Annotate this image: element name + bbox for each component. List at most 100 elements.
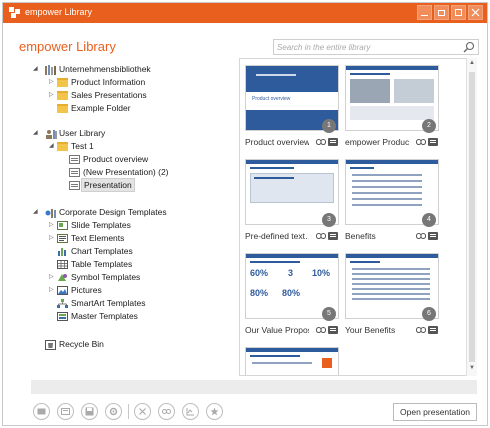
library-books-icon bbox=[45, 65, 56, 75]
slide-thumbnail-grid: Product overview 1 Product overview 2 em… bbox=[239, 58, 477, 376]
tree-label: Text Elements bbox=[71, 233, 125, 243]
tree-label: Pictures bbox=[71, 285, 102, 295]
metric-value: 80% bbox=[282, 288, 301, 298]
expand-arrow-icon[interactable]: ◢ bbox=[33, 127, 41, 140]
maximize-button[interactable] bbox=[451, 5, 466, 20]
search-icon[interactable] bbox=[463, 41, 475, 53]
vertical-scrollbar[interactable]: ▲ ▼ bbox=[466, 58, 477, 376]
slide-thumbnail[interactable] bbox=[245, 347, 339, 375]
collapsed-arrow-icon[interactable]: ▷ bbox=[49, 271, 57, 284]
expand-arrow-icon[interactable]: ◢ bbox=[33, 206, 41, 219]
library-window: empower Library empower Library ◢ Untern… bbox=[2, 2, 488, 426]
folder-icon bbox=[57, 104, 68, 113]
tree-label: Corporate Design Templates bbox=[59, 207, 167, 217]
slide-card[interactable]: 2 empower Product… bbox=[345, 65, 439, 155]
star-icon bbox=[210, 407, 219, 416]
search-input[interactable] bbox=[277, 41, 457, 53]
tree-label: Recycle Bin bbox=[59, 339, 104, 349]
slide-type-icon bbox=[428, 326, 438, 334]
user-library-icon bbox=[45, 129, 57, 139]
collapsed-arrow-icon[interactable]: ▷ bbox=[49, 219, 57, 232]
scroll-down-icon[interactable]: ▼ bbox=[469, 365, 475, 371]
settings-button[interactable] bbox=[105, 403, 122, 420]
link-icon[interactable] bbox=[316, 233, 326, 239]
link-icon[interactable] bbox=[416, 327, 426, 333]
tree-label: Master Templates bbox=[71, 311, 138, 321]
slide-type-icon bbox=[428, 138, 438, 146]
slide-type-icon bbox=[328, 138, 338, 146]
open-slide-button[interactable] bbox=[57, 403, 74, 420]
slide-template-icon bbox=[57, 221, 68, 230]
slide-card[interactable]: 3 Pre-defined text… bbox=[245, 159, 339, 249]
smartart-icon bbox=[57, 299, 68, 308]
scrollbar-thumb[interactable] bbox=[469, 72, 475, 362]
slide-caption: empower Product… bbox=[345, 137, 409, 147]
gear-icon bbox=[109, 407, 118, 416]
close-icon bbox=[471, 8, 480, 17]
slide-card[interactable]: Product overview 1 Product overview bbox=[245, 65, 339, 155]
tree-label: Chart Templates bbox=[71, 246, 133, 256]
open-presentation-button[interactable]: Open presentation bbox=[393, 403, 477, 421]
slide-card[interactable]: 4 Benefits bbox=[345, 159, 439, 249]
slide-card-partial[interactable] bbox=[245, 347, 339, 375]
scroll-up-icon[interactable]: ▲ bbox=[469, 60, 475, 66]
slide-card[interactable]: 6 Your Benefits bbox=[345, 253, 439, 343]
collapsed-arrow-icon[interactable]: ▷ bbox=[49, 284, 57, 297]
symbol-icon bbox=[57, 273, 68, 282]
folder-icon bbox=[57, 78, 68, 87]
toolbar-divider bbox=[128, 404, 129, 419]
folder-icon bbox=[57, 142, 68, 151]
delete-button[interactable] bbox=[134, 403, 151, 420]
slide-type-icon bbox=[328, 232, 338, 240]
tree-label: Unternehmensbibliothek bbox=[59, 64, 151, 74]
search-box[interactable] bbox=[273, 39, 479, 55]
recycle-bin-icon bbox=[45, 340, 56, 350]
slide-number-badge: 5 bbox=[322, 307, 336, 321]
expand-arrow-icon[interactable]: ◢ bbox=[49, 140, 57, 153]
tree-label: Product Information bbox=[71, 77, 146, 87]
favorite-button[interactable] bbox=[206, 403, 223, 420]
slide-number-badge: 6 bbox=[422, 307, 436, 321]
slide-caption: Benefits bbox=[345, 231, 376, 241]
minimize-button[interactable] bbox=[417, 5, 432, 20]
slide-card[interactable]: 60% 3 10% 80% 80% 5 Our Value Propos… bbox=[245, 253, 339, 343]
metric-value: 3 bbox=[288, 268, 294, 278]
collapsed-arrow-icon[interactable]: ▷ bbox=[49, 89, 57, 102]
tree-label: Product overview bbox=[83, 154, 149, 164]
link-icon[interactable] bbox=[416, 233, 426, 239]
close-button[interactable] bbox=[468, 5, 483, 20]
corporate-design-icon bbox=[45, 208, 56, 218]
link-button[interactable] bbox=[158, 403, 175, 420]
slide-number-badge: 4 bbox=[422, 213, 436, 227]
metric-value: 80% bbox=[250, 288, 269, 298]
link-icon bbox=[162, 409, 171, 414]
presentation-icon bbox=[69, 168, 80, 177]
minimize-icon bbox=[421, 15, 428, 16]
link-icon[interactable] bbox=[316, 327, 326, 333]
expand-arrow-icon[interactable]: ◢ bbox=[33, 63, 41, 76]
slide-thumbnail-title: Product overview bbox=[252, 96, 291, 102]
slide-number-badge: 1 bbox=[322, 119, 336, 133]
collapsed-arrow-icon[interactable]: ▷ bbox=[49, 76, 57, 89]
slide-caption: Product overview bbox=[245, 137, 309, 147]
restore-icon bbox=[438, 10, 445, 16]
chart-button[interactable] bbox=[182, 403, 199, 420]
tree-label: Example Folder bbox=[71, 103, 131, 113]
link-icon[interactable] bbox=[316, 139, 326, 145]
text-element-icon bbox=[57, 234, 68, 243]
maximize-icon bbox=[455, 9, 462, 16]
tree-label: SmartArt Templates bbox=[71, 298, 146, 308]
insert-slide-icon bbox=[37, 408, 46, 415]
presentation-icon bbox=[61, 408, 70, 415]
metric-value: 10% bbox=[312, 268, 331, 278]
slide-caption: Our Value Propos… bbox=[245, 325, 309, 335]
restore-button[interactable] bbox=[434, 5, 449, 20]
window-title: empower Library bbox=[25, 7, 93, 17]
title-bar[interactable]: empower Library bbox=[3, 3, 487, 23]
slide-type-icon bbox=[428, 232, 438, 240]
link-icon[interactable] bbox=[416, 139, 426, 145]
insert-slide-button[interactable] bbox=[33, 403, 50, 420]
collapsed-arrow-icon[interactable]: ▷ bbox=[49, 232, 57, 245]
slide-number-badge: 2 bbox=[422, 119, 436, 133]
save-slide-button[interactable] bbox=[81, 403, 98, 420]
